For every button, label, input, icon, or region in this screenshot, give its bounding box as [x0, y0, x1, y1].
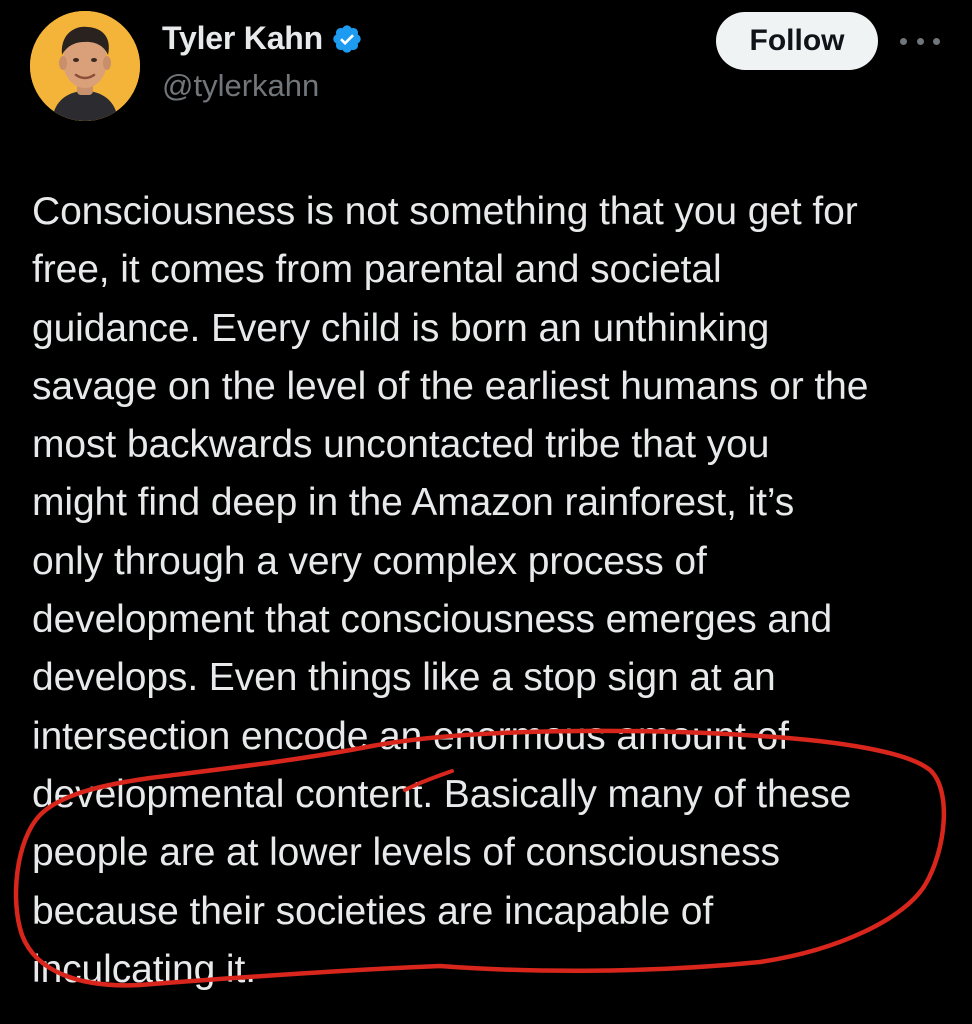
more-dot: [916, 37, 924, 45]
more-dot: [933, 37, 940, 45]
tweet-text: Consciousness is not something that you …: [32, 190, 869, 991]
avatar-image: [30, 11, 140, 121]
author-display-name[interactable]: Tyler Kahn: [162, 20, 323, 57]
more-horizontal-icon[interactable]: [900, 30, 940, 52]
follow-button[interactable]: Follow: [716, 12, 878, 70]
verified-badge-icon: [331, 23, 363, 55]
more-dot: [900, 37, 907, 45]
tweet-header: Tyler Kahn @tylerkahn Follow: [0, 0, 972, 130]
author-handle[interactable]: @tylerkahn: [162, 68, 319, 104]
author-name-row: Tyler Kahn: [162, 20, 363, 57]
avatar[interactable]: [30, 11, 140, 121]
